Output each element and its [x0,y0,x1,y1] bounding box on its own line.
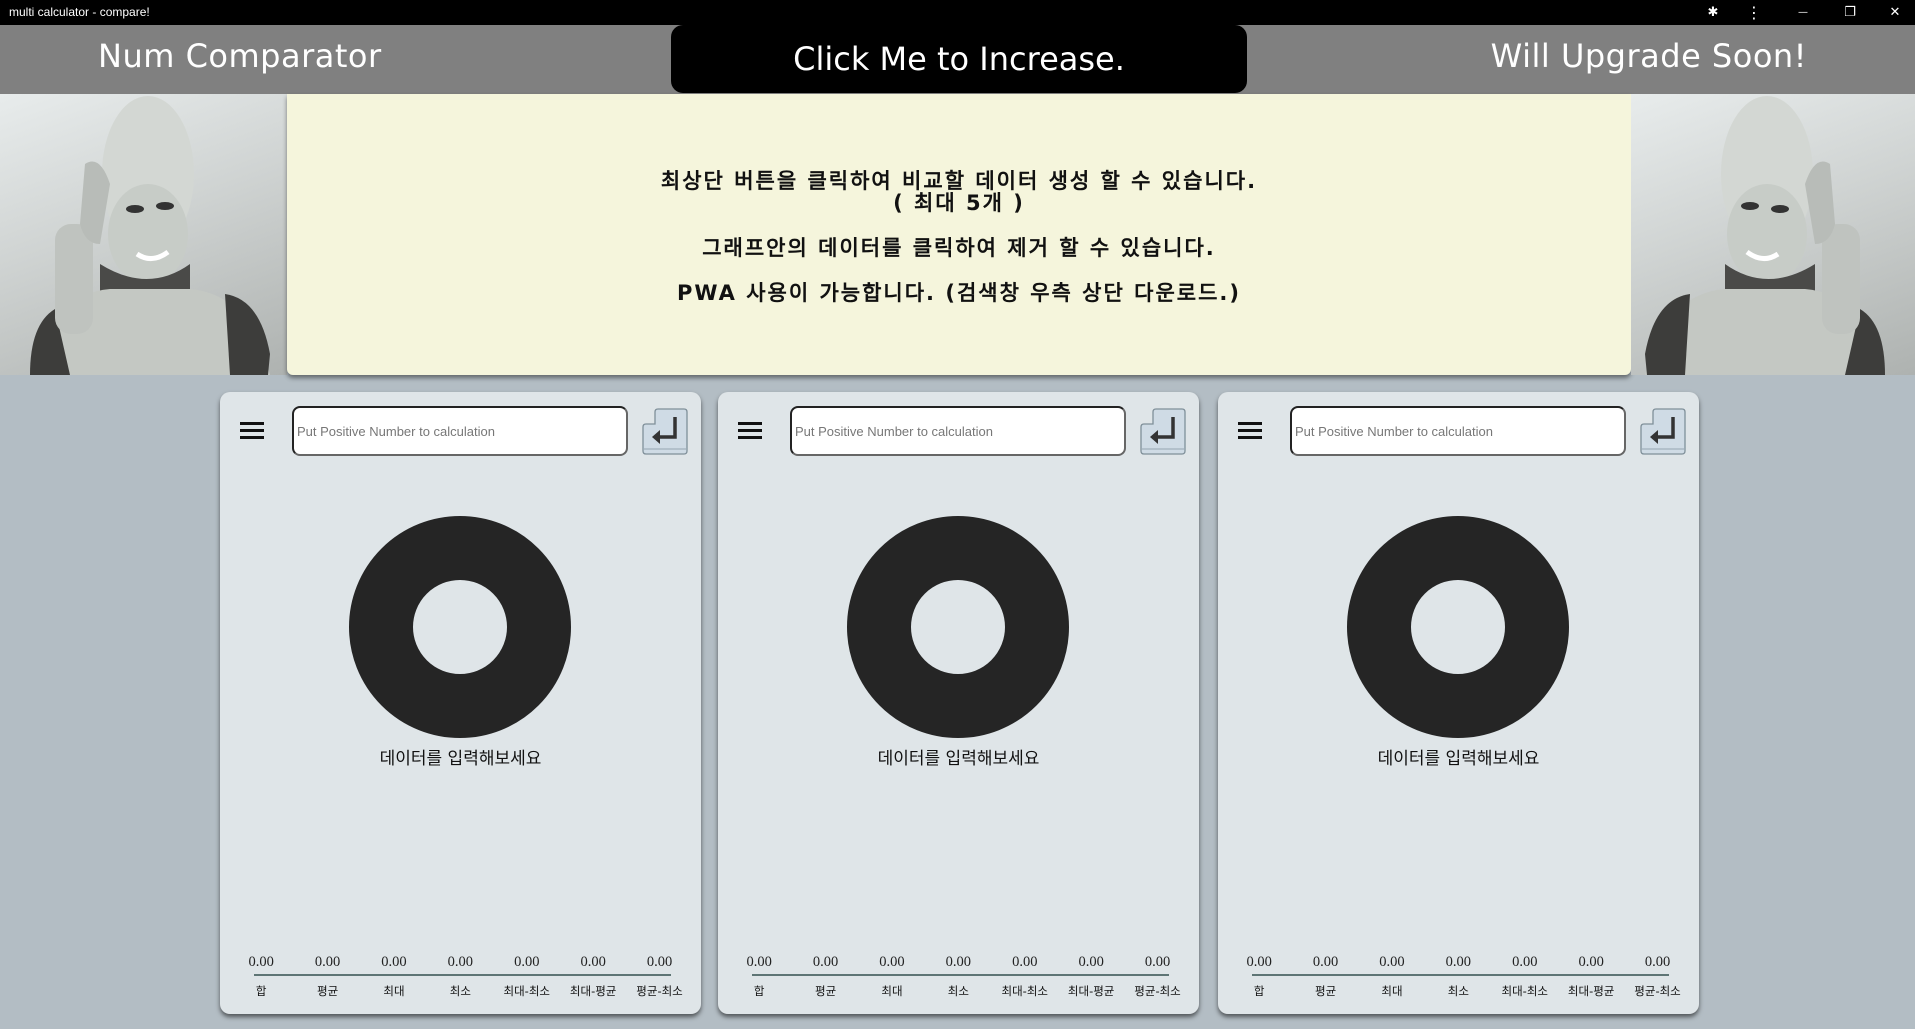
stat-labels-row: 합 평균 최대 최소 최대-최소 최대-평균 평균-최소 [1226,976,1691,999]
stat-label-sum: 합 [255,984,267,998]
stat-label-avg: 평균 [815,984,837,998]
stats-table: 0.00 0.00 0.00 0.00 0.00 0.00 0.00 합 평균 최대 최소 최대-최… [228,954,693,999]
stat-label-max: 최대 [383,984,405,998]
donut-chart[interactable] [1347,516,1569,738]
stat-label-min: 최소 [449,984,471,998]
stat-label-max: 최대 [1381,984,1403,998]
stat-label-avg-min: 평균-최소 [1634,984,1681,998]
hamburger-menu-icon[interactable] [238,420,268,444]
stat-label-max-avg: 최대-평균 [1567,984,1615,998]
stat-label-sum: 합 [753,984,765,998]
donut-chart[interactable] [847,516,1069,738]
stat-values-row: 0.00 0.00 0.00 0.00 0.00 0.00 0.00 [228,954,693,971]
donut-ring [847,516,1069,738]
donut-ring [349,516,571,738]
number-input[interactable] [292,406,628,456]
stat-label-avg-min: 평균-최소 [1134,984,1181,998]
stat-labels-row: 합 평균 최대 최소 최대-최소 최대-평균 평균-최소 [726,976,1191,999]
stat-value-max-avg: 0.00 [1578,954,1604,970]
stat-label-avg: 평균 [317,984,339,998]
stat-labels-row: 합 평균 최대 최소 최대-최소 최대-평균 평균-최소 [228,976,693,999]
restore-icon[interactable]: ❐ [1830,0,1870,25]
more-menu-icon[interactable]: ⋮ [1734,0,1774,25]
stat-value-min: 0.00 [1445,954,1472,970]
banner: 최상단 버튼을 클릭하여 비교할 데이터 생성 할 수 있습니다. ( 최대 5… [0,94,1915,375]
comparator-card-2: 데이터를 입력해보세요 0.000.000.000.000.000.000.00… [718,392,1199,1014]
stat-value-max-avg: 0.00 [1078,954,1104,970]
stat-label-max-avg: 최대-평균 [1067,984,1115,998]
comparator-card-1: 데이터를 입력해보세요 0.000.000.000.000.000.000.00… [220,392,701,1014]
stat-label-min: 최소 [947,984,969,998]
stat-label-min: 최소 [1447,984,1469,998]
stat-value-avg-min: 0.00 [1144,954,1171,970]
extensions-icon[interactable]: ✱ [1693,0,1733,25]
number-input[interactable] [790,406,1126,456]
stat-value-max-min: 0.00 [514,954,540,970]
stat-label-sum: 합 [1253,984,1265,998]
hamburger-menu-icon[interactable] [736,420,766,444]
hamburger-menu-icon[interactable] [1236,420,1266,444]
stat-value-avg-min: 0.00 [1644,954,1671,970]
stat-value-avg-min: 0.00 [646,954,673,970]
stat-value-min: 0.00 [945,954,972,970]
robot-image-right [1631,94,1915,375]
window-title: multi calculator - compare! [9,5,150,19]
minimize-icon[interactable]: — [1783,0,1823,25]
enter-key-icon [1140,408,1186,455]
stats-table: 0.00 0.00 0.00 0.00 0.00 0.00 0.00 합 평균 최대 최소 최대-최… [1226,954,1691,999]
stat-value-max-min: 0.00 [1512,954,1538,970]
info-panel: 최상단 버튼을 클릭하여 비교할 데이터 생성 할 수 있습니다. ( 최대 5… [287,94,1631,375]
stat-value-sum: 0.00 [248,954,274,970]
stat-value-max-min: 0.00 [1012,954,1038,970]
info-line-remove: 그래프안의 데이터를 클릭하여 제거 할 수 있습니다. [702,236,1216,260]
stat-label-max-min: 최대-최소 [1501,984,1548,998]
stat-value-max: 0.00 [1379,954,1405,970]
stat-label-max-min: 최대-최소 [503,984,550,998]
empty-data-message: 데이터를 입력해보세요 [877,749,1040,769]
stat-value-sum: 0.00 [1246,954,1272,970]
info-line-pwa: PWA 사용이 가능합니다. (검색창 우측 상단 다운로드.) [677,281,1241,305]
empty-data-message: 데이터를 입력해보세요 [1377,749,1540,769]
number-input[interactable] [1290,406,1626,456]
info-line-max: ( 최대 5개 ) [893,191,1025,215]
comparator-card-3: 데이터를 입력해보세요 0.000.000.000.000.000.000.00… [1218,392,1699,1014]
app-title: Num Comparator [98,37,382,75]
stat-values-row: 0.00 0.00 0.00 0.00 0.00 0.00 0.00 [726,954,1191,971]
stat-label-max-min: 최대-최소 [1001,984,1048,998]
stat-label-avg-min: 평균-최소 [636,984,683,998]
stat-value-max: 0.00 [381,954,407,970]
donut-chart[interactable] [349,516,571,738]
enter-key-icon [642,408,688,455]
stat-label-max: 최대 [881,984,903,998]
stat-value-min: 0.00 [447,954,474,970]
stat-value-avg: 0.00 [314,954,341,970]
stat-value-max-avg: 0.00 [580,954,606,970]
enter-button[interactable] [1640,407,1686,455]
enter-button[interactable] [1140,407,1186,455]
robot-image-left [0,94,287,375]
window-title-bar: multi calculator - compare! ✱ ⋮ — ❐ ✕ [0,0,1915,25]
add-comparator-button[interactable]: Click Me to Increase. [671,25,1247,93]
stat-label-max-avg: 최대-평균 [569,984,617,998]
enter-button[interactable] [642,407,688,455]
stat-value-max: 0.00 [879,954,905,970]
stat-value-sum: 0.00 [746,954,772,970]
stat-values-row: 0.00 0.00 0.00 0.00 0.00 0.00 0.00 [1226,954,1691,971]
stat-label-avg: 평균 [1315,984,1337,998]
close-icon[interactable]: ✕ [1875,0,1915,25]
app-header: Num Comparator Click Me to Increase. Wil… [0,25,1915,94]
stat-value-avg: 0.00 [812,954,839,970]
enter-key-icon [1640,408,1686,455]
donut-ring [1347,516,1569,738]
stat-value-avg: 0.00 [1312,954,1339,970]
upgrade-notice: Will Upgrade Soon! [1490,37,1807,75]
empty-data-message: 데이터를 입력해보세요 [379,749,542,769]
stats-table: 0.00 0.00 0.00 0.00 0.00 0.00 0.00 합 평균 최대 최소 최대-최… [726,954,1191,999]
